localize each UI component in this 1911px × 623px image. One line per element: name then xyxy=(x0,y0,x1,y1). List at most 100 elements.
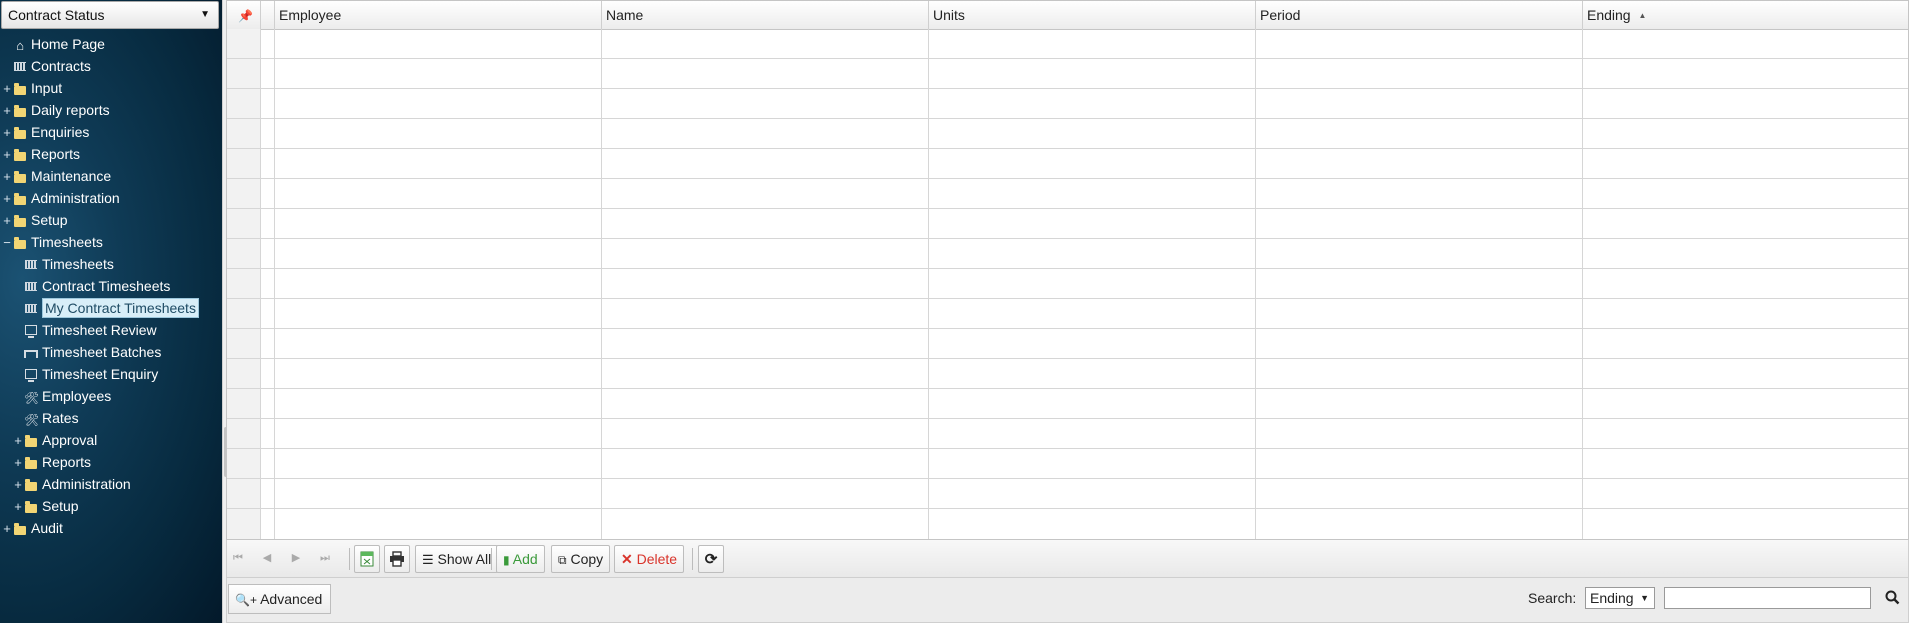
sidebar-item[interactable]: + Input xyxy=(1,77,62,99)
expand-icon[interactable]: + xyxy=(12,452,24,474)
sidebar-item[interactable]: Contracts xyxy=(1,55,91,77)
table-cell[interactable] xyxy=(929,509,1256,539)
table-row[interactable] xyxy=(227,89,1908,119)
table-cell[interactable] xyxy=(275,29,602,58)
table-cell[interactable] xyxy=(261,119,275,148)
table-cell[interactable] xyxy=(1583,299,1908,328)
expand-icon[interactable]: + xyxy=(1,100,13,122)
table-cell[interactable] xyxy=(602,419,929,448)
table-row[interactable] xyxy=(227,359,1908,389)
table-row[interactable] xyxy=(227,59,1908,89)
refresh-button[interactable]: ⟳ xyxy=(698,545,724,573)
table-cell[interactable] xyxy=(1583,449,1908,478)
table-row[interactable] xyxy=(227,239,1908,269)
module-select[interactable]: Contract Status ▼ xyxy=(1,1,219,29)
table-cell[interactable] xyxy=(1256,209,1583,238)
sidebar-item[interactable]: Timesheet Review xyxy=(12,319,157,341)
sidebar-item[interactable]: Contract Timesheets xyxy=(12,275,170,297)
sidebar-item[interactable]: + Daily reports xyxy=(1,99,109,122)
table-cell[interactable] xyxy=(1583,59,1908,88)
table-cell[interactable] xyxy=(1583,179,1908,208)
export-excel-button[interactable] xyxy=(354,545,380,573)
table-cell[interactable] xyxy=(275,239,602,268)
delete-button[interactable]: ✕ Delete xyxy=(614,545,685,573)
table-cell[interactable] xyxy=(275,89,602,118)
table-row[interactable] xyxy=(227,179,1908,209)
table-row[interactable] xyxy=(227,389,1908,419)
table-cell[interactable] xyxy=(1256,419,1583,448)
table-cell[interactable] xyxy=(1256,179,1583,208)
sidebar-item[interactable]: + Reports xyxy=(12,451,91,473)
table-cell[interactable] xyxy=(602,359,929,388)
table-cell[interactable] xyxy=(1583,29,1908,58)
table-cell[interactable] xyxy=(1256,29,1583,58)
table-cell[interactable] xyxy=(602,329,929,358)
table-cell[interactable] xyxy=(1583,389,1908,418)
first-page-icon[interactable]: ⏮ xyxy=(229,545,247,573)
table-cell[interactable] xyxy=(1256,299,1583,328)
add-button[interactable]: ▮ Add xyxy=(496,545,545,573)
table-cell[interactable] xyxy=(275,119,602,148)
table-row[interactable] xyxy=(227,29,1908,59)
sidebar-item[interactable]: My Contract Timesheets xyxy=(12,297,199,319)
table-cell[interactable] xyxy=(929,299,1256,328)
expand-icon[interactable]: + xyxy=(12,430,24,452)
table-cell[interactable] xyxy=(261,509,275,539)
table-row[interactable] xyxy=(227,419,1908,449)
pin-icon[interactable]: 📌 xyxy=(231,9,253,23)
table-cell[interactable] xyxy=(1256,509,1583,539)
column-header-employee[interactable]: Employee xyxy=(275,1,602,29)
table-cell[interactable] xyxy=(1256,449,1583,478)
expand-icon[interactable]: + xyxy=(1,166,13,188)
sidebar-item[interactable]: + Reports xyxy=(1,143,80,165)
sidebar-item[interactable]: 🛠 Employees xyxy=(12,385,111,407)
table-cell[interactable] xyxy=(275,359,602,388)
table-row[interactable] xyxy=(227,329,1908,359)
table-cell[interactable] xyxy=(1256,359,1583,388)
table-cell[interactable] xyxy=(275,149,602,178)
table-cell[interactable] xyxy=(275,179,602,208)
expand-icon[interactable]: + xyxy=(12,474,24,496)
table-cell[interactable] xyxy=(602,29,929,58)
table-row[interactable] xyxy=(227,479,1908,509)
table-cell[interactable] xyxy=(929,59,1256,88)
table-cell[interactable] xyxy=(1256,479,1583,508)
table-cell[interactable] xyxy=(1256,389,1583,418)
print-button[interactable] xyxy=(384,545,410,573)
table-cell[interactable] xyxy=(929,29,1256,58)
table-cell[interactable] xyxy=(261,389,275,418)
table-cell[interactable] xyxy=(261,89,275,118)
expand-icon[interactable]: + xyxy=(1,144,13,166)
table-cell[interactable] xyxy=(1583,209,1908,238)
sidebar-item[interactable]: − Timesheets xyxy=(1,231,103,253)
table-cell[interactable] xyxy=(602,299,929,328)
table-cell[interactable] xyxy=(602,89,929,118)
table-cell[interactable] xyxy=(929,149,1256,178)
table-cell[interactable] xyxy=(602,179,929,208)
table-cell[interactable] xyxy=(261,239,275,268)
table-cell[interactable] xyxy=(929,179,1256,208)
table-cell[interactable] xyxy=(275,299,602,328)
copy-button[interactable]: ⧉ Copy xyxy=(551,545,611,573)
table-cell[interactable] xyxy=(275,329,602,358)
table-cell[interactable] xyxy=(261,269,275,298)
table-cell[interactable] xyxy=(275,509,602,539)
table-cell[interactable] xyxy=(1583,269,1908,298)
table-cell[interactable] xyxy=(261,299,275,328)
table-cell[interactable] xyxy=(929,479,1256,508)
sidebar-item[interactable]: + Enquiries xyxy=(1,121,89,143)
table-cell[interactable] xyxy=(602,389,929,418)
sidebar-item[interactable]: Timesheet Enquiry xyxy=(12,363,158,385)
table-cell[interactable] xyxy=(602,479,929,508)
sidebar-item[interactable]: + Maintenance xyxy=(1,165,111,187)
table-cell[interactable] xyxy=(1583,149,1908,178)
table-cell[interactable] xyxy=(602,449,929,478)
sidebar-item[interactable]: + Approval xyxy=(12,429,97,451)
table-cell[interactable] xyxy=(275,59,602,88)
sidebar-item[interactable]: ⌂ Home Page xyxy=(1,33,105,55)
table-cell[interactable] xyxy=(929,419,1256,448)
show-all-button[interactable]: ☰ Show All xyxy=(415,545,499,573)
column-header-name[interactable]: Name xyxy=(602,1,929,29)
table-cell[interactable] xyxy=(261,419,275,448)
expand-icon[interactable]: + xyxy=(1,518,13,540)
